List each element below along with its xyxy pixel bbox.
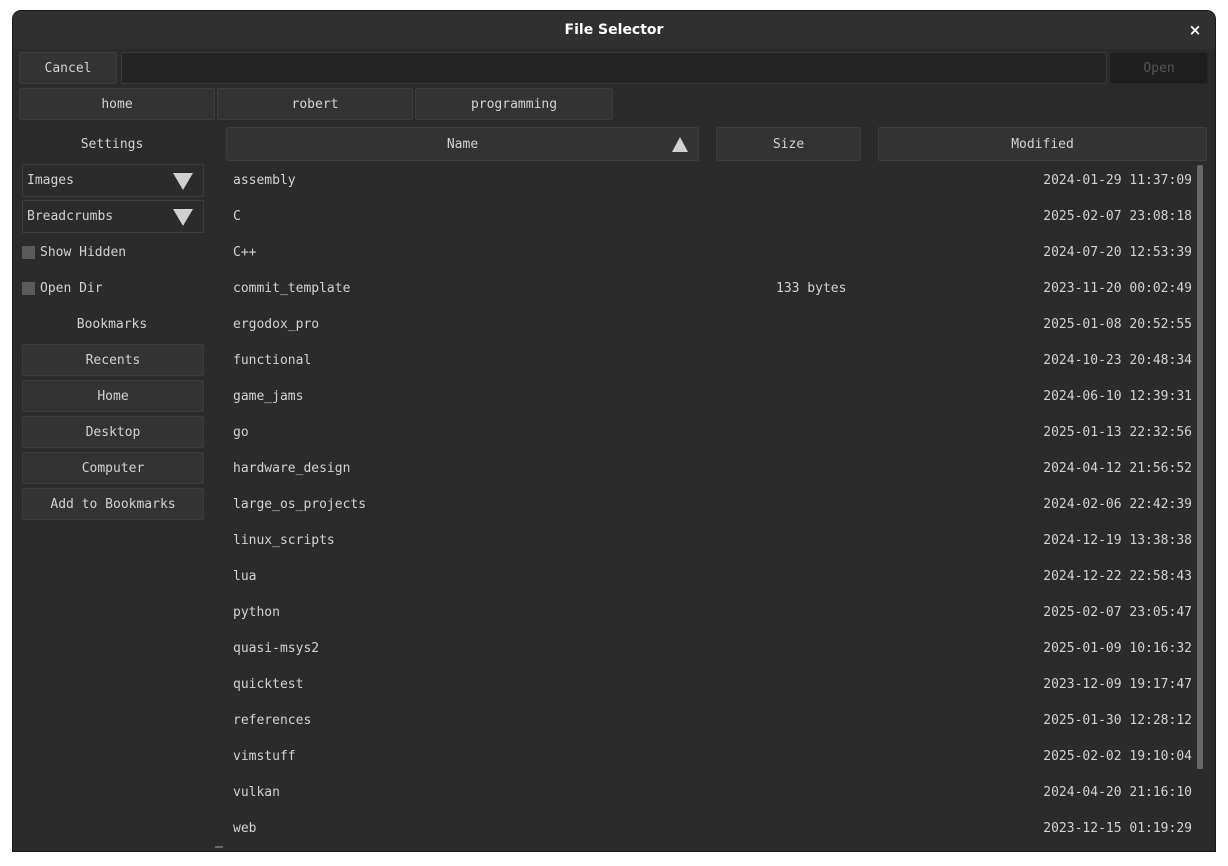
- file-name: quicktest: [233, 677, 304, 692]
- file-name: commit_template: [233, 281, 351, 296]
- file-row[interactable]: lua 2024-12-22 22:58:43: [226, 559, 1196, 595]
- open-dir-label: Open Dir: [40, 280, 103, 296]
- file-row[interactable]: web 2023-12-15 01:19:29: [226, 811, 1196, 847]
- open-button[interactable]: Open: [1110, 52, 1208, 84]
- file-modified: 2024-06-10 12:39:31: [1043, 389, 1192, 404]
- chevron-down-icon: [173, 209, 193, 226]
- path-mode-dropdown[interactable]: Breadcrumbs: [22, 200, 204, 233]
- file-name: linux_scripts: [233, 533, 335, 548]
- column-header-name[interactable]: Name: [226, 127, 699, 161]
- file-row[interactable]: python 2025-02-07 23:05:47: [226, 595, 1196, 631]
- add-bookmark-button[interactable]: Add to Bookmarks: [22, 488, 204, 520]
- file-modified: 2024-01-29 11:37:09: [1043, 173, 1192, 188]
- file-name: vimstuff: [233, 749, 296, 764]
- file-name: assembly: [233, 173, 296, 188]
- file-modified: 2025-02-07 23:08:18: [1043, 209, 1192, 224]
- bookmark-computer[interactable]: Computer: [22, 452, 204, 484]
- column-name-label: Name: [446, 136, 479, 152]
- settings-heading: Settings: [80, 136, 144, 152]
- file-row[interactable]: commit_template 133 bytes 2023-11-20 00:02…: [226, 271, 1196, 307]
- file-name: python: [233, 605, 280, 620]
- file-name: web: [233, 821, 257, 836]
- close-button[interactable]: ×: [1185, 20, 1205, 40]
- file-row[interactable]: game_jams 2024-06-10 12:39:31: [226, 379, 1196, 415]
- open-dir-checkbox[interactable]: Open Dir: [22, 277, 103, 299]
- file-modified: 2024-12-22 22:58:43: [1043, 569, 1192, 584]
- file-modified: 2024-04-20 21:16:10: [1043, 785, 1192, 800]
- file-name: vulkan: [233, 785, 280, 800]
- file-row[interactable]: linux_scripts 2024-12-19 13:38:38: [226, 523, 1196, 559]
- file-row[interactable]: hardware_design 2024-04-12 21:56:52: [226, 451, 1196, 487]
- file-row[interactable]: C 2025-02-07 23:08:18: [226, 199, 1196, 235]
- file-name: lua: [233, 569, 257, 584]
- file-selector-window: File Selector × Cancel Open home robert …: [13, 11, 1215, 851]
- file-modified: 2024-10-23 20:48:34: [1043, 353, 1192, 368]
- view-mode-value: Images: [27, 173, 74, 188]
- file-modified: 2024-12-19 13:38:38: [1043, 533, 1192, 548]
- breadcrumb-home[interactable]: home: [19, 88, 215, 120]
- file-name: C++: [233, 245, 257, 260]
- column-header-modified[interactable]: Modified: [878, 127, 1207, 161]
- bookmark-desktop[interactable]: Desktop: [22, 416, 204, 448]
- breadcrumb-programming[interactable]: programming: [415, 88, 613, 120]
- file-row[interactable]: C++ 2024-07-20 12:53:39: [226, 235, 1196, 271]
- sidebar-resize-handle[interactable]: [215, 846, 223, 848]
- checkbox-icon: [22, 281, 35, 295]
- path-input[interactable]: [121, 52, 1107, 84]
- file-modified: 2025-02-07 23:05:47: [1043, 605, 1192, 620]
- file-row[interactable]: quasi-msys2 2025-01-09 10:16:32: [226, 631, 1196, 667]
- file-name: references: [233, 713, 312, 728]
- file-modified: 2023-11-20 00:02:49: [1043, 281, 1192, 296]
- window-title: File Selector: [564, 22, 664, 38]
- file-list: assembly 2024-01-29 11:37:09 C 2025-02-07 2…: [226, 163, 1196, 851]
- breadcrumb-robert[interactable]: robert: [217, 88, 413, 120]
- file-row[interactable]: vimstuff 2025-02-02 19:10:04: [226, 739, 1196, 775]
- file-name: C: [233, 209, 241, 224]
- path-mode-value: Breadcrumbs: [27, 209, 114, 224]
- file-row[interactable]: functional 2024-10-23 20:48:34: [226, 343, 1196, 379]
- file-modified: 2025-02-02 19:10:04: [1043, 749, 1192, 764]
- file-name: large_os_projects: [233, 497, 367, 512]
- show-hidden-label: Show Hidden: [40, 244, 127, 260]
- file-modified: 2023-12-15 01:19:29: [1043, 821, 1192, 836]
- file-row[interactable]: ergodox_pro 2025-01-08 20:52:55: [226, 307, 1196, 343]
- cancel-button[interactable]: Cancel: [19, 52, 117, 84]
- file-modified: 2025-01-08 20:52:55: [1043, 317, 1192, 332]
- file-row[interactable]: quicktest 2023-12-09 19:17:47: [226, 667, 1196, 703]
- file-list-scrollbar[interactable]: [1197, 165, 1203, 769]
- file-row[interactable]: large_os_projects 2024-02-06 22:42:39: [226, 487, 1196, 523]
- file-modified: 2025-01-13 22:32:56: [1043, 425, 1192, 440]
- chevron-down-icon: [173, 173, 193, 190]
- sort-ascending-icon: [672, 137, 688, 152]
- title-bar: File Selector ×: [13, 11, 1215, 49]
- file-size: 133 bytes: [776, 281, 847, 296]
- show-hidden-checkbox[interactable]: Show Hidden: [22, 241, 126, 263]
- bookmark-home[interactable]: Home: [22, 380, 204, 412]
- file-name: functional: [233, 353, 312, 368]
- file-name: ergodox_pro: [233, 317, 320, 332]
- file-modified: 2024-07-20 12:53:39: [1043, 245, 1192, 260]
- file-modified: 2025-01-30 12:28:12: [1043, 713, 1192, 728]
- checkbox-icon: [22, 245, 35, 259]
- file-name: quasi-msys2: [233, 641, 320, 656]
- view-mode-dropdown[interactable]: Images: [22, 164, 204, 197]
- file-row[interactable]: assembly 2024-01-29 11:37:09: [226, 163, 1196, 199]
- file-name: game_jams: [233, 389, 304, 404]
- file-row[interactable]: go 2025-01-13 22:32:56: [226, 415, 1196, 451]
- file-name: hardware_design: [233, 461, 351, 476]
- bookmarks-heading: Bookmarks: [76, 316, 148, 332]
- file-modified: 2025-01-09 10:16:32: [1043, 641, 1192, 656]
- file-modified: 2024-02-06 22:42:39: [1043, 497, 1192, 512]
- column-header-size[interactable]: Size: [716, 127, 861, 161]
- bookmark-recents[interactable]: Recents: [22, 344, 204, 376]
- file-modified: 2023-12-09 19:17:47: [1043, 677, 1192, 692]
- file-row[interactable]: vulkan 2024-04-20 21:16:10: [226, 775, 1196, 811]
- file-row[interactable]: references 2025-01-30 12:28:12: [226, 703, 1196, 739]
- file-modified: 2024-04-12 21:56:52: [1043, 461, 1192, 476]
- file-name: go: [233, 425, 249, 440]
